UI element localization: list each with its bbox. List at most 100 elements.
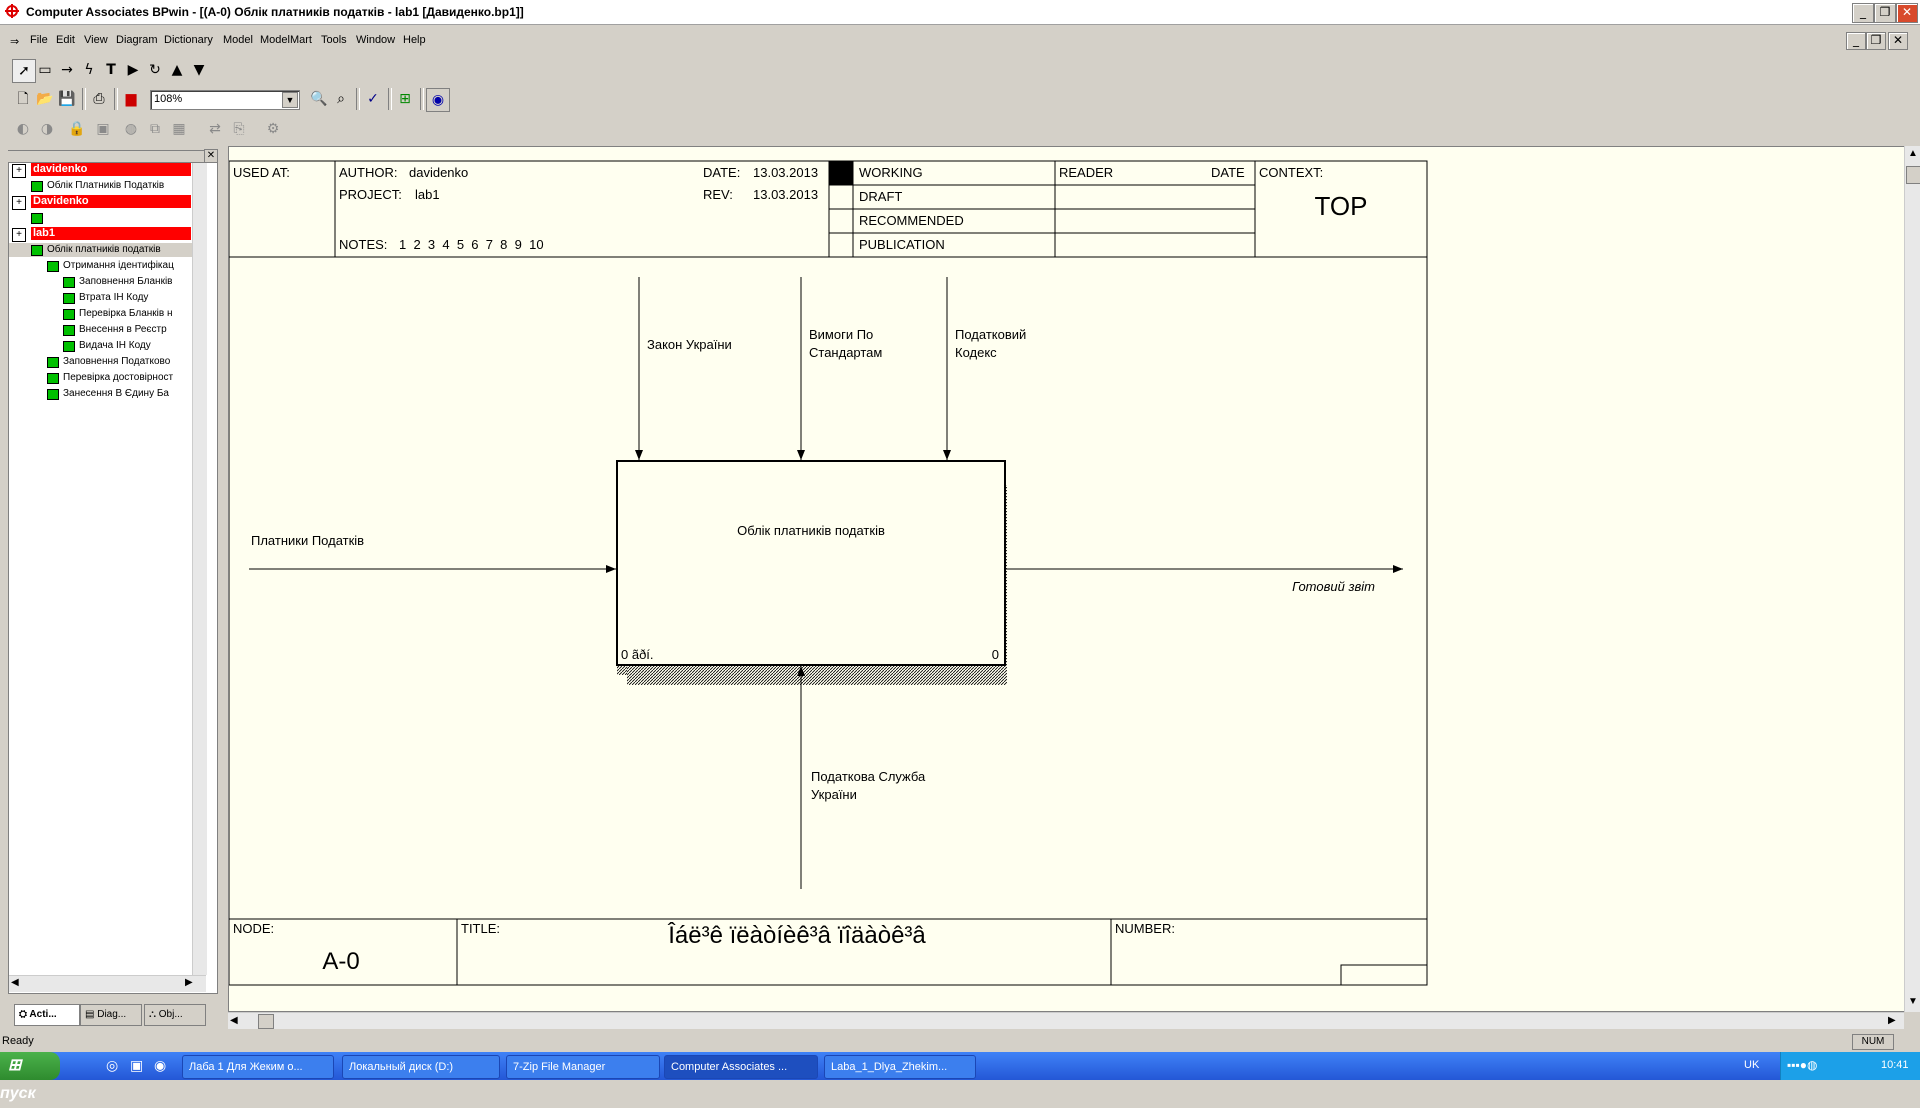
spell-check-icon[interactable]: ✓ [362, 88, 384, 110]
task-bpwin[interactable]: Computer Associates ... [664, 1055, 818, 1079]
menu-window[interactable]: Window [356, 34, 395, 46]
activity-box[interactable] [616, 460, 1006, 666]
restore-button[interactable]: ❐ [1874, 3, 1896, 23]
menu-modelmart[interactable]: ModelMart [260, 34, 312, 46]
mm-lock-icon[interactable]: 🔒 [66, 118, 88, 140]
tree-item[interactable]: Втрата ІН Коду [9, 291, 192, 305]
tab-objects[interactable]: ⛬ Obj... [144, 1004, 206, 1026]
task-chrome-laba[interactable]: Лаба 1 Для Жеким о... [182, 1055, 334, 1079]
zoom-fit-icon[interactable]: ⌕ [330, 88, 352, 110]
model-explorer-icon[interactable]: ⊞ [394, 88, 416, 110]
print-icon[interactable]: ⎙ [88, 88, 110, 110]
zoom-in-icon[interactable]: 🔍 [308, 88, 330, 110]
media-quicklaunch-icon[interactable]: ◉ [154, 1057, 166, 1074]
box-tool-icon[interactable]: ▭ [34, 59, 56, 81]
close-button[interactable]: ✕ [1896, 3, 1918, 23]
expand-model-icon[interactable]: + [12, 164, 26, 178]
idef0-diagram[interactable]: USED AT: AUTHOR: davidenko PROJECT: lab1… [229, 147, 1905, 1011]
modelmart-toolbar: ◐ ◑ 🔒 ▣ ◍ ⧉ ▦ ⇄ ⎘ ⚙ [8, 118, 288, 144]
tree-item[interactable]: Перевірка Бланків н [9, 307, 192, 321]
tree-item[interactable]: Облік платників податків [9, 243, 192, 257]
tree-item[interactable] [9, 211, 192, 225]
scroll-right-icon[interactable]: ▶ [1888, 1015, 1896, 1026]
menu-file[interactable]: File [30, 34, 48, 46]
mm-user-icon[interactable]: ◍ [120, 118, 142, 140]
minimize-button[interactable]: _ [1852, 3, 1874, 23]
zoom-select[interactable]: 108% ▼ [150, 90, 300, 110]
menu-edit[interactable]: Edit [56, 34, 75, 46]
text-tool-icon[interactable]: T [100, 59, 122, 81]
tree-item[interactable]: Заповнення Податково [9, 355, 192, 369]
arrow-tool-icon[interactable]: → [56, 59, 78, 81]
undo-tool-icon[interactable]: ↻ [144, 59, 166, 81]
task-7zip[interactable]: 7-Zip File Manager [506, 1055, 660, 1079]
language-indicator[interactable]: UK [1744, 1059, 1759, 1071]
canvas-horizontal-scrollbar[interactable]: ◀ ▶ [228, 1012, 1904, 1029]
go-down-icon[interactable]: ▼ [188, 59, 210, 81]
menu-tools[interactable]: Tools [321, 34, 347, 46]
tree-item[interactable]: Перевірка достовірност [9, 371, 192, 385]
tree-item-label: Облік Платників Податків [47, 180, 165, 191]
activity-node-icon [31, 245, 43, 256]
chevron-down-icon[interactable]: ▼ [282, 92, 298, 108]
tree-item[interactable]: Занесення В Єдину Ба [9, 387, 192, 401]
scroll-down-icon[interactable]: ▼ [1908, 996, 1918, 1007]
color-palette-icon[interactable]: ▆ [120, 88, 142, 110]
tree-vertical-scrollbar[interactable] [192, 163, 207, 975]
mdi-restore-button[interactable]: ❐ [1866, 32, 1886, 50]
model-0[interactable]: davidenko [31, 163, 191, 176]
menu-view[interactable]: View [84, 34, 108, 46]
model-1[interactable]: Davidenko [31, 195, 191, 208]
menu-diagram[interactable]: Diagram [116, 34, 158, 46]
scroll-right-icon[interactable]: ▶ [185, 977, 193, 988]
menu-help[interactable]: Help [403, 34, 426, 46]
scroll-left-icon[interactable]: ◀ [11, 977, 19, 988]
tree-item[interactable]: Отримання ідентифікац [9, 259, 192, 273]
model-2[interactable]: lab1 [31, 227, 191, 240]
tree-item[interactable]: Внесення в Реєстр [9, 323, 192, 337]
vertical-scroll-thumb[interactable] [1906, 166, 1920, 184]
mm-sync-icon[interactable]: ⇄ [204, 118, 226, 140]
tree-item[interactable]: Облік Платників Податків [9, 179, 192, 193]
diagram-canvas[interactable]: USED AT: AUTHOR: davidenko PROJECT: lab1… [228, 146, 1906, 1012]
squiggle-tool-icon[interactable]: ϟ [78, 59, 100, 81]
save-quicklaunch-icon[interactable]: ▣ [130, 1057, 143, 1074]
open-folder-icon[interactable]: 📂 [34, 88, 56, 110]
modelmart-icon[interactable]: ◉ [426, 88, 450, 112]
mdi-close-button[interactable]: ✕ [1888, 32, 1908, 50]
tree-item[interactable]: Заповнення Бланків [9, 275, 192, 289]
tab-diagrams[interactable]: ▤ Diag... [80, 1004, 142, 1026]
task-local-disk[interactable]: Локальный диск (D:) [342, 1055, 500, 1079]
mdi-minimize-button[interactable]: _ [1846, 32, 1866, 50]
chrome-quicklaunch-icon[interactable]: ◎ [106, 1057, 118, 1074]
menu-model[interactable]: Model [223, 34, 253, 46]
mm-disconnect-icon[interactable]: ◑ [36, 118, 58, 140]
panel-close-icon[interactable]: ✕ [204, 149, 218, 163]
tree-horizontal-scrollbar[interactable]: ◀ ▶ [9, 975, 206, 992]
start-button[interactable]: ⊞ пуск [0, 1052, 60, 1102]
expand-model-icon[interactable]: + [12, 228, 26, 242]
mm-grid-icon[interactable]: ▦ [168, 118, 190, 140]
scroll-left-icon[interactable]: ◀ [230, 1015, 238, 1026]
pointer-tool-icon[interactable]: ➚ [12, 59, 36, 83]
mm-merge-icon[interactable]: ⧉ [144, 118, 166, 140]
expand-model-icon[interactable]: + [12, 196, 26, 210]
mdi-doc-icon[interactable]: ⇒ [10, 35, 19, 48]
menu-dictionary[interactable]: Dictionary [164, 34, 213, 46]
tray-icons[interactable]: ▪▪▪●◍ [1787, 1058, 1817, 1072]
scroll-up-icon[interactable]: ▲ [1908, 148, 1918, 159]
save-icon[interactable]: 💾 [56, 88, 78, 110]
play-tool-icon[interactable]: ▶ [122, 59, 144, 81]
mm-settings-icon[interactable]: ⚙ [262, 118, 284, 140]
new-file-icon[interactable]: 🗋 [12, 88, 34, 110]
go-up-icon[interactable]: ▲ [166, 59, 188, 81]
panel-grip[interactable] [8, 150, 206, 157]
tab-activities[interactable]: ⛭ Acti... [14, 1004, 80, 1026]
task-word-doc[interactable]: Laba_1_Dlya_Zhekim... [824, 1055, 976, 1079]
horizontal-scroll-thumb[interactable] [258, 1014, 274, 1029]
mm-library-icon[interactable]: ▣ [92, 118, 114, 140]
mm-report-icon[interactable]: ⎘ [228, 118, 250, 140]
canvas-vertical-scrollbar[interactable]: ▲ ▼ [1904, 146, 1920, 1012]
mm-connect-icon[interactable]: ◐ [12, 118, 34, 140]
tree-item[interactable]: Видача ІН Коду [9, 339, 192, 353]
